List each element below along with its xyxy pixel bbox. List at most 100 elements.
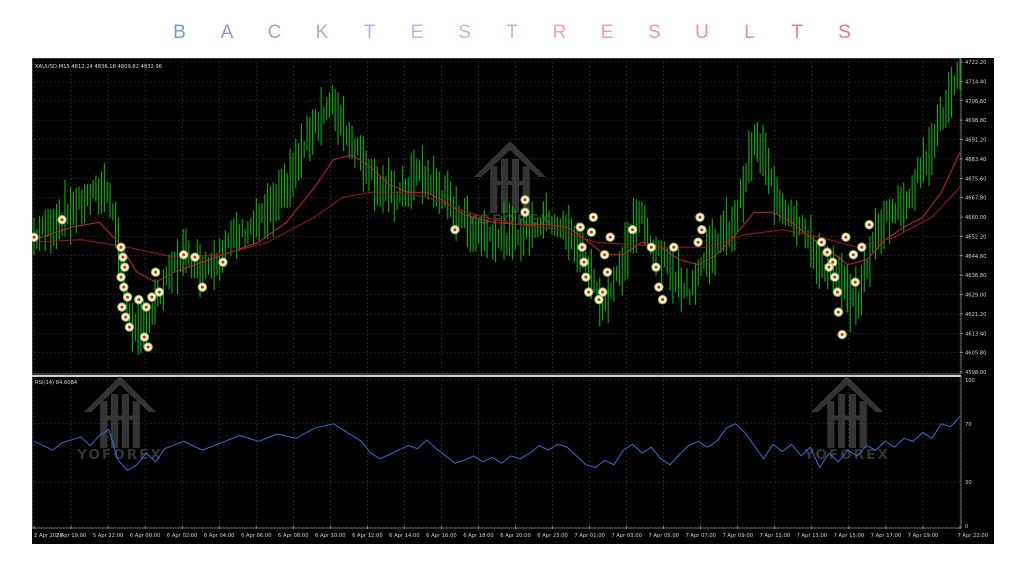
time-tick-label: 6 Apr 04:00 <box>204 533 235 539</box>
title-letter: T <box>363 22 376 43</box>
rsi-panel-header: RSI(14) 84.6084 <box>35 380 78 386</box>
title-letter: S <box>838 22 851 43</box>
trade-marker-dot <box>608 235 612 239</box>
trade-marker-dot <box>827 265 831 269</box>
trade-marker-dot <box>154 270 158 274</box>
trade-marker-dot <box>844 235 848 239</box>
price-tick-label: 4621.20 <box>965 312 986 318</box>
trade-marker-dot <box>584 275 588 279</box>
time-tick-label: 6 Apr 23:00 <box>537 533 568 539</box>
price-tick-label: 4683.40 <box>965 157 986 163</box>
time-tick-label: 6 Apr 10:00 <box>315 533 346 539</box>
trade-marker-dot <box>603 253 607 257</box>
trade-marker-dot <box>144 305 148 309</box>
title-letter: K <box>315 22 329 43</box>
trade-marker-dot <box>137 298 141 302</box>
trade-marker-dot <box>127 325 131 329</box>
title-letter: R <box>552 22 567 43</box>
trade-marker-dot <box>146 345 150 349</box>
trading-chart[interactable]: 4722.20 4714.40 4706.60 4698.80 4691.20 4683.… <box>29 46 994 544</box>
trade-marker-dot <box>654 265 658 269</box>
trade-marker-dot <box>124 315 128 319</box>
trade-marker-dot <box>589 230 593 234</box>
price-tick-label: 4706.60 <box>965 99 986 105</box>
trade-marker-dot <box>121 255 125 259</box>
title-letter: L <box>744 22 755 43</box>
trade-marker-dot <box>60 218 64 222</box>
rsi-tick-label: 70 <box>965 422 972 428</box>
trade-marker-dot <box>150 295 154 299</box>
trade-marker-dot <box>700 228 704 232</box>
time-tick-label: 6 Apr 14:00 <box>389 533 420 539</box>
time-tick-label: 7 Apr 09:00 <box>722 533 753 539</box>
trade-marker-dot <box>221 260 225 264</box>
trade-marker-dot <box>833 275 837 279</box>
title-letter: S <box>458 22 471 43</box>
time-tick-label: 6 Apr 06:00 <box>241 533 272 539</box>
trade-marker-dot <box>649 245 653 249</box>
price-tick-label: 4667.80 <box>965 196 986 202</box>
trade-marker-dot <box>200 285 204 289</box>
time-tick-label: 2 Apr 19:00 <box>56 533 87 539</box>
trade-marker-dot <box>523 210 527 214</box>
title-letter: E <box>600 22 614 43</box>
price-tick-label: 4636.80 <box>965 273 986 279</box>
trade-marker-dot <box>122 285 126 289</box>
price-tick-label: 4644.60 <box>965 254 986 260</box>
time-tick-label: 6 Apr 16:00 <box>426 533 457 539</box>
trade-marker-dot <box>853 280 857 284</box>
time-tick-label: 6 Apr 08:00 <box>278 533 309 539</box>
trade-marker-dot <box>597 298 601 302</box>
trade-marker-dot <box>661 298 665 302</box>
title-letter: C <box>267 22 282 43</box>
rsi-tick-label: 30 <box>965 480 972 486</box>
price-tick-label: 4698.80 <box>965 118 986 124</box>
trade-marker-dot <box>120 305 124 309</box>
rsi-tick-label: 0 <box>965 524 968 530</box>
title-letter: U <box>695 22 709 43</box>
trade-marker-dot <box>696 240 700 244</box>
time-tick-label: 6 Apr 20:00 <box>500 533 531 539</box>
trade-marker-dot <box>867 223 871 227</box>
title-letter: T <box>791 22 803 43</box>
time-tick-label: 7 Apr 19:00 <box>908 533 939 539</box>
trade-marker-dot <box>123 265 127 269</box>
trade-marker-dot <box>831 260 835 264</box>
time-tick-label: 7 Apr 05:00 <box>648 533 679 539</box>
time-tick-label: 7 Apr 01:00 <box>574 533 605 539</box>
trade-marker-dot <box>142 335 146 339</box>
rsi-tick-label: 100 <box>965 378 975 384</box>
chart-svg[interactable]: 4722.20 4714.40 4706.60 4698.80 4691.20 4683.… <box>29 46 994 544</box>
price-tick-label: 4652.20 <box>965 234 986 240</box>
trade-marker-dot <box>193 255 197 259</box>
price-tick-label: 4613.40 <box>965 331 986 337</box>
price-tick-label: 4675.60 <box>965 176 986 182</box>
trade-marker-dot <box>157 290 161 294</box>
trade-marker-dot <box>851 253 855 257</box>
trade-marker-dot <box>523 198 527 202</box>
trade-marker-dot <box>698 215 702 219</box>
trade-marker-dot <box>591 215 595 219</box>
time-tick-label: 7 Apr 22:00 <box>957 533 988 539</box>
title-letter: T <box>506 22 518 43</box>
trade-marker-dot <box>631 228 635 232</box>
trade-marker-dot <box>119 245 123 249</box>
time-tick-label: 7 Apr 07:00 <box>685 533 716 539</box>
time-tick-label: 7 Apr 11:00 <box>760 533 791 539</box>
price-tick-label: 4598.00 <box>965 370 986 376</box>
price-tick-label: 4691.20 <box>965 138 986 144</box>
trade-marker-dot <box>820 240 824 244</box>
title-letter: E <box>410 22 424 43</box>
trade-marker-dot <box>825 250 829 254</box>
time-tick-label: 6 Apr 02:00 <box>167 533 198 539</box>
trade-marker-dot <box>657 285 661 289</box>
trade-marker-dot <box>126 295 130 299</box>
time-tick-label: 7 Apr 13:00 <box>797 533 828 539</box>
trade-marker-dot <box>672 245 676 249</box>
time-tick-label: 6 Apr 18:00 <box>463 533 494 539</box>
trade-marker-dot <box>119 275 123 279</box>
trade-marker-dot <box>453 228 457 232</box>
trade-marker-dot <box>32 235 36 239</box>
trade-marker-dot <box>578 225 582 229</box>
backtest-results-title: BACKTESTRESULTS <box>0 22 1024 48</box>
